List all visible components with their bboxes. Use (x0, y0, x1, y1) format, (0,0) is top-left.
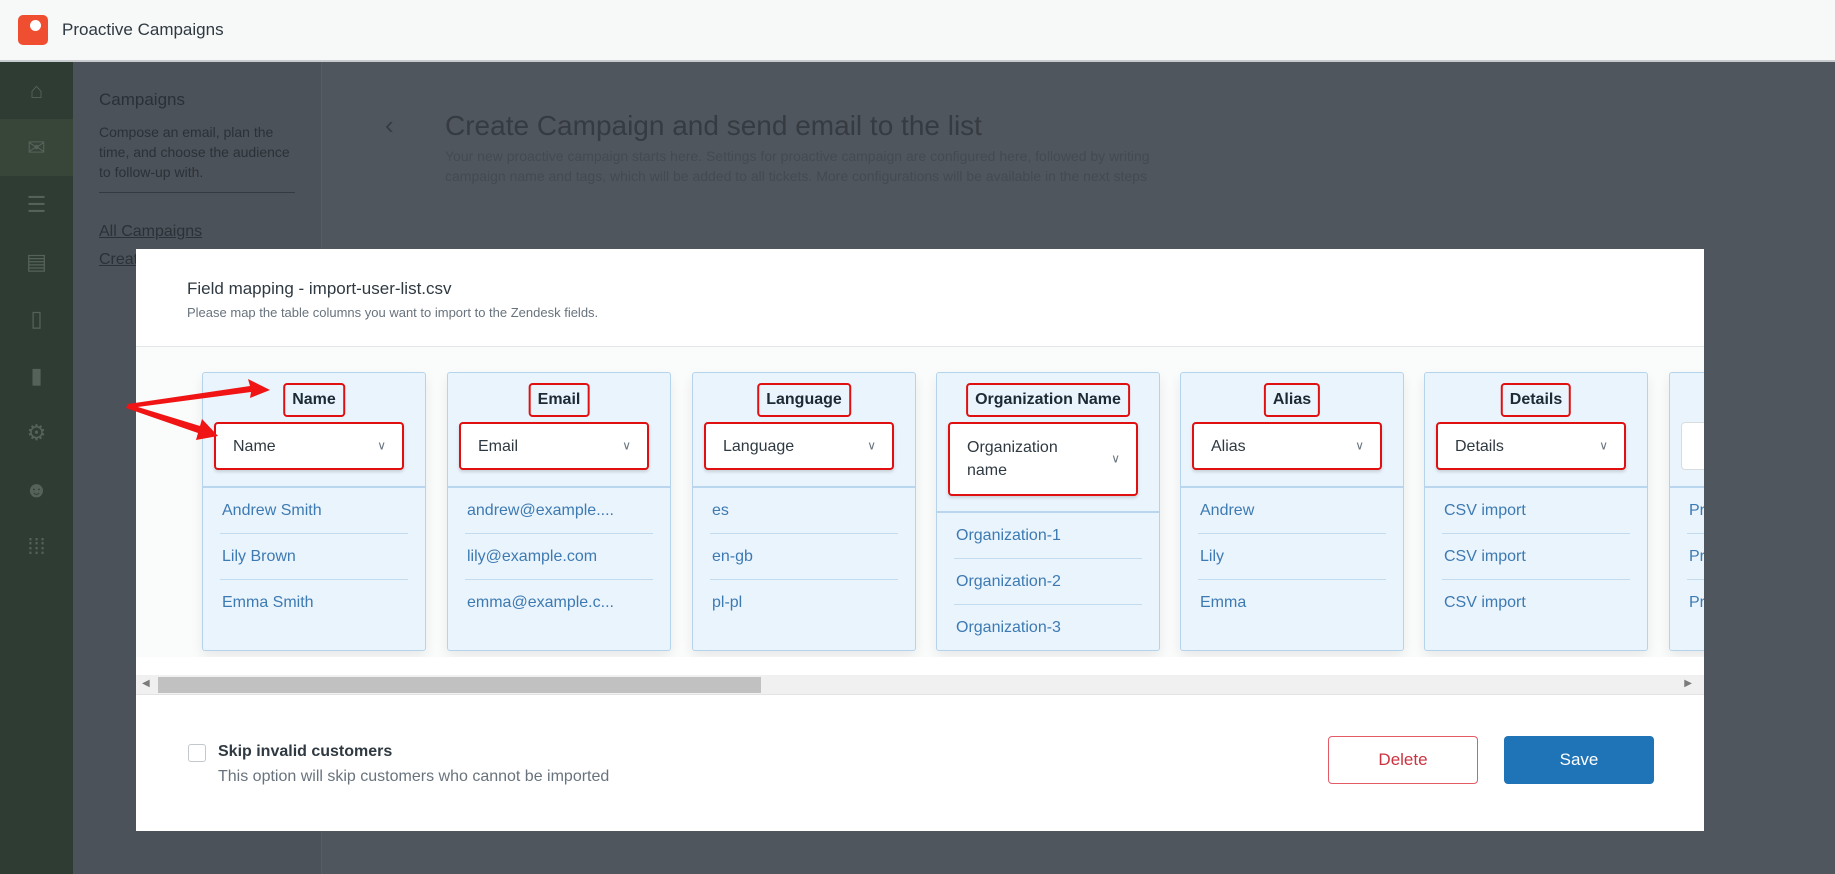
list-item: CSV import (1442, 488, 1630, 534)
chevron-down-icon: ∨ (1599, 438, 1608, 453)
list-item: Organization-2 (954, 559, 1142, 605)
list-item: Andrew Smith (220, 488, 408, 534)
list-item: Lily Brown (220, 534, 408, 580)
list-item: CSV import (1442, 534, 1630, 580)
column-label: Language (757, 383, 851, 417)
field-select-value: Alias (1211, 437, 1246, 455)
mail-icon[interactable]: ✉ (0, 119, 73, 176)
delete-button[interactable]: Delete (1328, 736, 1478, 784)
inbox-icon[interactable]: ▤ (0, 233, 73, 290)
list-item: lily@example.com (465, 534, 653, 580)
field-select-value: Email (478, 437, 519, 455)
column-card: Language Language ∨ es en-gb pl-pl (692, 372, 916, 651)
list-item: es (710, 488, 898, 534)
gear-icon[interactable]: ⚙ (0, 404, 73, 461)
icon-sidebar: ⌂ ✉ ☰ ▤ ▯ ▮ ⚙ ☻ ⁞⁞⁞ (0, 62, 73, 874)
chevron-down-icon: ∨ (622, 438, 631, 453)
save-button[interactable]: Save (1504, 736, 1654, 784)
list-item: emma@example.c... (467, 594, 614, 611)
field-select-value: Name (233, 437, 276, 455)
column-card: Organization Name Organization name ∨ Organ… (936, 372, 1160, 651)
field-select[interactable]: Organization name ∨ (948, 422, 1138, 496)
field-select[interactable]: Details ∨ (1436, 422, 1626, 470)
top-bar: Proactive Campaigns (0, 0, 1835, 62)
field-select-value: Details (1455, 437, 1504, 455)
field-select[interactable]: Language ∨ (704, 422, 894, 470)
horizontal-scrollbar[interactable]: ◀ ▶ (136, 675, 1704, 695)
app-title: Proactive Campaigns (62, 20, 224, 39)
column-header: Email Email ∨ (448, 373, 670, 488)
back-icon[interactable]: ‹ (385, 110, 394, 141)
column-cards: Name Name ∨ Andrew Smith Lily Brown Emma Smit… (136, 347, 1704, 657)
field-select-value: Language (723, 437, 795, 455)
scrollbar-thumb[interactable] (158, 677, 761, 693)
column-header (1670, 373, 1704, 488)
contacts-icon[interactable]: ☰ (0, 176, 73, 233)
list-item: Pre (1689, 594, 1704, 611)
column-label: Email (528, 383, 590, 417)
list-item: en-gb (710, 534, 898, 580)
list-item: CSV import (1444, 594, 1526, 611)
panel-title: Campaigns (99, 90, 185, 109)
column-label: Name (283, 383, 345, 417)
column-card: PrePrePre (1669, 372, 1704, 651)
apps-icon[interactable]: ⁞⁞⁞ (0, 518, 73, 575)
column-card: Details Details ∨ CSV import CSV import CSV i… (1424, 372, 1648, 651)
list-item: Emma (1200, 594, 1247, 611)
page-title: Create Campaign and send email to the li… (445, 110, 982, 141)
column-header: Alias Alias ∨ (1181, 373, 1403, 488)
chevron-down-icon: ∨ (1111, 451, 1120, 466)
user-lock-icon[interactable]: ☻ (0, 461, 73, 518)
column-card: Email Email ∨ andrew@example.... lily@exampl… (447, 372, 671, 651)
modal-subtitle: Please map the table columns you want to… (187, 305, 599, 320)
field-select[interactable]: Alias ∨ (1192, 422, 1382, 470)
modal-title: Field mapping - import-user-list.csv (187, 279, 452, 298)
scroll-left-icon[interactable]: ◀ (142, 678, 150, 689)
list-item: Pre (1687, 534, 1704, 580)
chevron-down-icon: ∨ (377, 438, 386, 453)
column-label: Alias (1263, 383, 1321, 417)
skip-invalid-checkbox[interactable] (188, 744, 206, 762)
column-header: Details Details ∨ (1425, 373, 1647, 488)
field-select-value: Organization name (967, 439, 1058, 479)
column-header: Organization Name Organization name ∨ (937, 373, 1159, 513)
column-card: Alias Alias ∨ Andrew Lily Emma (1180, 372, 1404, 651)
column-card: Name Name ∨ Andrew Smith Lily Brown Emma Smit… (202, 372, 426, 651)
document-icon[interactable]: ▯ (0, 290, 73, 347)
reports-icon[interactable]: ▮ (0, 347, 73, 404)
list-item: Organization-3 (956, 619, 1061, 636)
home-icon[interactable]: ⌂ (0, 62, 73, 119)
skip-invalid-label: Skip invalid customers (218, 743, 393, 760)
list-item: pl-pl (712, 594, 743, 611)
scroll-right-icon[interactable]: ▶ (1684, 678, 1692, 689)
list-item: Lily (1198, 534, 1386, 580)
column-header: Name Name ∨ (203, 373, 425, 488)
list-item: Andrew (1198, 488, 1386, 534)
chevron-down-icon: ∨ (1355, 438, 1364, 453)
field-select[interactable] (1681, 422, 1704, 470)
all-campaigns-link[interactable]: All Campaigns (99, 223, 295, 241)
field-select[interactable]: Email ∨ (459, 422, 649, 470)
app-logo (18, 15, 48, 45)
field-mapping-modal: Field mapping - import-user-list.csv Ple… (136, 249, 1704, 831)
list-item: andrew@example.... (465, 488, 653, 534)
page-description: Your new proactive campaign starts here.… (445, 148, 1150, 184)
chevron-down-icon: ∨ (867, 438, 876, 453)
column-label: Details (1500, 383, 1572, 417)
field-select[interactable]: Name ∨ (214, 422, 404, 470)
skip-invalid-description: This option will skip customers who cann… (218, 768, 610, 785)
list-item: Emma Smith (222, 594, 314, 611)
list-item: Pre (1687, 488, 1704, 534)
column-header: Language Language ∨ (693, 373, 915, 488)
panel-description: Compose an email, plan the time, and cho… (99, 122, 295, 193)
column-label: Organization Name (966, 383, 1130, 417)
list-item: Organization-1 (954, 513, 1142, 559)
